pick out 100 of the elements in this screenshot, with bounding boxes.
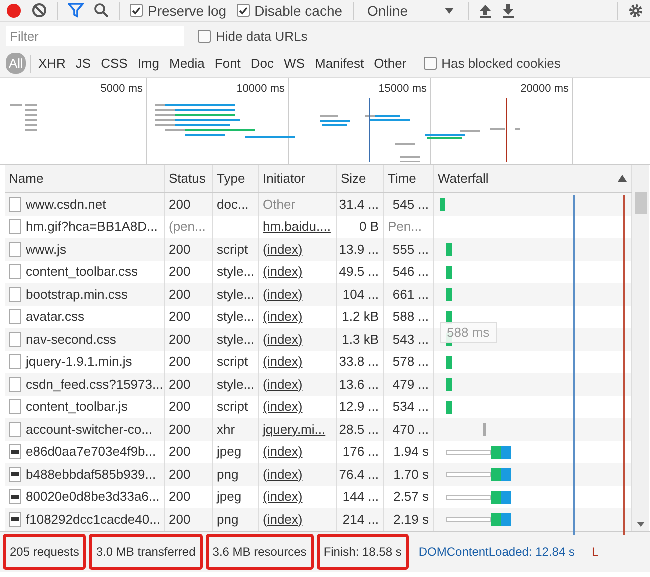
file-icon — [9, 376, 21, 392]
checkbox[interactable] — [424, 57, 437, 70]
request-name[interactable]: content_toolbar.css — [26, 264, 138, 280]
request-name[interactable]: nav-second.css — [26, 332, 116, 347]
request-name[interactable]: account-switcher-co... — [26, 422, 152, 437]
request-name[interactable]: e86d0aa7e703e4f9b... — [26, 444, 156, 460]
type-filter-tab[interactable]: Img — [134, 53, 162, 74]
request-name[interactable]: avatar.css — [26, 309, 85, 324]
sort-arrow-icon[interactable] — [618, 175, 627, 182]
type-cell: script — [217, 399, 248, 414]
initiator-link[interactable]: (index) — [263, 332, 303, 347]
type-cell: style... — [217, 286, 255, 302]
column-header[interactable]: Size — [341, 171, 366, 186]
initiator-link[interactable]: (index) — [263, 466, 303, 482]
table-row[interactable]: avatar.css 200 style... (index) 1.2 kB 588 ... — [5, 306, 632, 328]
checkbox-label: Disable cache — [254, 2, 343, 18]
request-name[interactable]: bootstrap.min.css — [26, 286, 128, 302]
filter-field[interactable]: Filter — [6, 26, 184, 46]
caret-icon — [444, 8, 454, 14]
type-filter-tab[interactable]: Media — [166, 53, 208, 74]
table-row[interactable]: content_toolbar.css 200 style... (index) 49.5 ... 546 ... — [5, 260, 632, 283]
checkbox[interactable] — [236, 4, 250, 17]
request-name[interactable]: f108292dcc1cacde40... — [26, 512, 160, 527]
waterfall-bar — [446, 288, 452, 301]
request-name[interactable]: csdn_feed.css?15973... — [26, 376, 164, 392]
type-filter-tab[interactable]: JS — [72, 53, 94, 74]
column-header[interactable]: Time — [388, 171, 416, 186]
table-row[interactable]: hm.gif?hca=BB1A8D... (pen... hm.baidu.... 0 B Pen... — [5, 216, 632, 238]
initiator-link[interactable]: (index) — [263, 264, 303, 280]
record-button[interactable] — [6, 2, 22, 18]
throttle-dropdown[interactable]: Online — [364, 2, 458, 18]
table-row[interactable]: b488ebbdaf585b939... 200 png (index) 76.4 ... 1.70 s — [5, 463, 632, 486]
clear-icon[interactable] — [32, 3, 47, 18]
checkbox[interactable] — [130, 4, 143, 17]
time-cell: 661 ... — [392, 286, 429, 302]
checkbox[interactable] — [198, 30, 211, 42]
status-cell: 200 — [169, 422, 191, 437]
request-name[interactable]: www.js — [26, 242, 66, 257]
initiator-link[interactable]: (index) — [263, 354, 303, 370]
column-header[interactable]: Name — [9, 171, 44, 186]
column-header[interactable]: Initiator — [263, 171, 306, 186]
filter-icon[interactable] — [68, 3, 84, 18]
time-cell: 555 ... — [392, 242, 429, 257]
column-header[interactable]: Type — [217, 171, 246, 186]
request-name[interactable]: 80020e0d8be3d33a6... — [26, 489, 160, 504]
search-icon[interactable] — [94, 3, 109, 18]
type-cell: script — [217, 354, 248, 370]
type-filter-tab[interactable]: WS — [281, 53, 308, 74]
initiator-link[interactable]: jquery.mi... — [263, 422, 326, 437]
tick-label: 5000 ms — [100, 83, 143, 95]
file-icon — [9, 354, 21, 370]
status-cell: 200 — [169, 264, 191, 280]
status-cell: 200 — [169, 466, 191, 482]
initiator-link[interactable]: (index) — [263, 286, 303, 302]
type-filter-tab[interactable]: CSS — [98, 53, 131, 74]
image-file-icon — [9, 512, 21, 527]
scroll-down-icon[interactable] — [636, 522, 644, 526]
request-name[interactable]: www.csdn.net — [26, 196, 106, 212]
initiator-link[interactable]: (index) — [263, 444, 303, 460]
table-row[interactable]: f108292dcc1cacde40... 200 png (index) 214 ... 2.19 s — [5, 508, 632, 530]
initiator-link[interactable]: (index) — [263, 489, 303, 504]
type-filter-tab[interactable]: Manifest — [312, 53, 368, 74]
type-filter-tab[interactable]: XHR — [35, 53, 69, 74]
tick-label: 15000 ms — [378, 83, 427, 95]
initiator-link[interactable]: hm.baidu.... — [263, 219, 331, 234]
table-row[interactable]: account-switcher-co... 200 xhr jquery.mi... 28.5 ... 470 ... — [5, 418, 632, 440]
request-name[interactable]: jquery-1.9.1.min.js — [26, 354, 132, 370]
file-icon — [9, 219, 21, 234]
table-row[interactable]: jquery-1.9.1.min.js 200 script (index) 33.8 ... 578 ... — [5, 350, 632, 373]
table-row[interactable]: 80020e0d8be3d33a6... 200 jpeg (index) 144 ... 2.57 s — [5, 486, 632, 508]
image-file-icon — [9, 489, 21, 504]
column-header[interactable]: Waterfall — [438, 171, 489, 186]
request-name[interactable]: hm.gif?hca=BB1A8D... — [26, 219, 158, 234]
table-row[interactable]: csdn_feed.css?15973... 200 style... (index) 13.6 ... 479 ... — [5, 373, 632, 396]
size-cell: 104 ... — [342, 286, 379, 302]
table-row[interactable]: www.js 200 script (index) 13.9 ... 555 ... — [5, 238, 632, 260]
type-cell: xhr — [217, 422, 236, 437]
initiator-link[interactable]: (index) — [263, 376, 303, 392]
initiator-link[interactable]: (index) — [263, 242, 303, 257]
table-row[interactable]: e86d0aa7e703e4f9b... 200 jpeg (index) 176 ... 1.94 s — [5, 440, 632, 463]
initiator-link[interactable]: (index) — [263, 399, 303, 414]
type-filter-tab[interactable]: Other — [371, 53, 410, 74]
size-cell: 1.3 kB — [342, 332, 379, 347]
request-name[interactable]: b488ebbdaf585b939... — [26, 466, 156, 482]
type-filter-tab[interactable]: Font — [212, 53, 244, 74]
settings-icon[interactable] — [628, 2, 644, 18]
request-name[interactable]: content_toolbar.js — [26, 399, 128, 414]
initiator-link[interactable]: (index) — [263, 309, 303, 324]
download-icon[interactable] — [502, 4, 515, 18]
status-cell: 200 — [169, 242, 191, 257]
table-row[interactable]: www.csdn.net 200 doc... Other 31.4 ... 545 ... — [5, 193, 632, 216]
table-row[interactable]: content_toolbar.js 200 script (index) 12.9 ... 534 ... — [5, 396, 632, 418]
upload-icon[interactable] — [478, 4, 492, 18]
scrollbar-thumb[interactable] — [634, 192, 646, 214]
column-header[interactable]: Status — [169, 171, 206, 186]
initiator-link[interactable]: (index) — [263, 512, 303, 527]
size-cell: 49.5 ... — [339, 264, 379, 280]
size-cell: 214 ... — [342, 512, 379, 527]
table-row[interactable]: bootstrap.min.css 200 style... (index) 104 ... 661 ... — [5, 283, 632, 306]
type-filter-tab[interactable]: Doc — [248, 53, 278, 74]
